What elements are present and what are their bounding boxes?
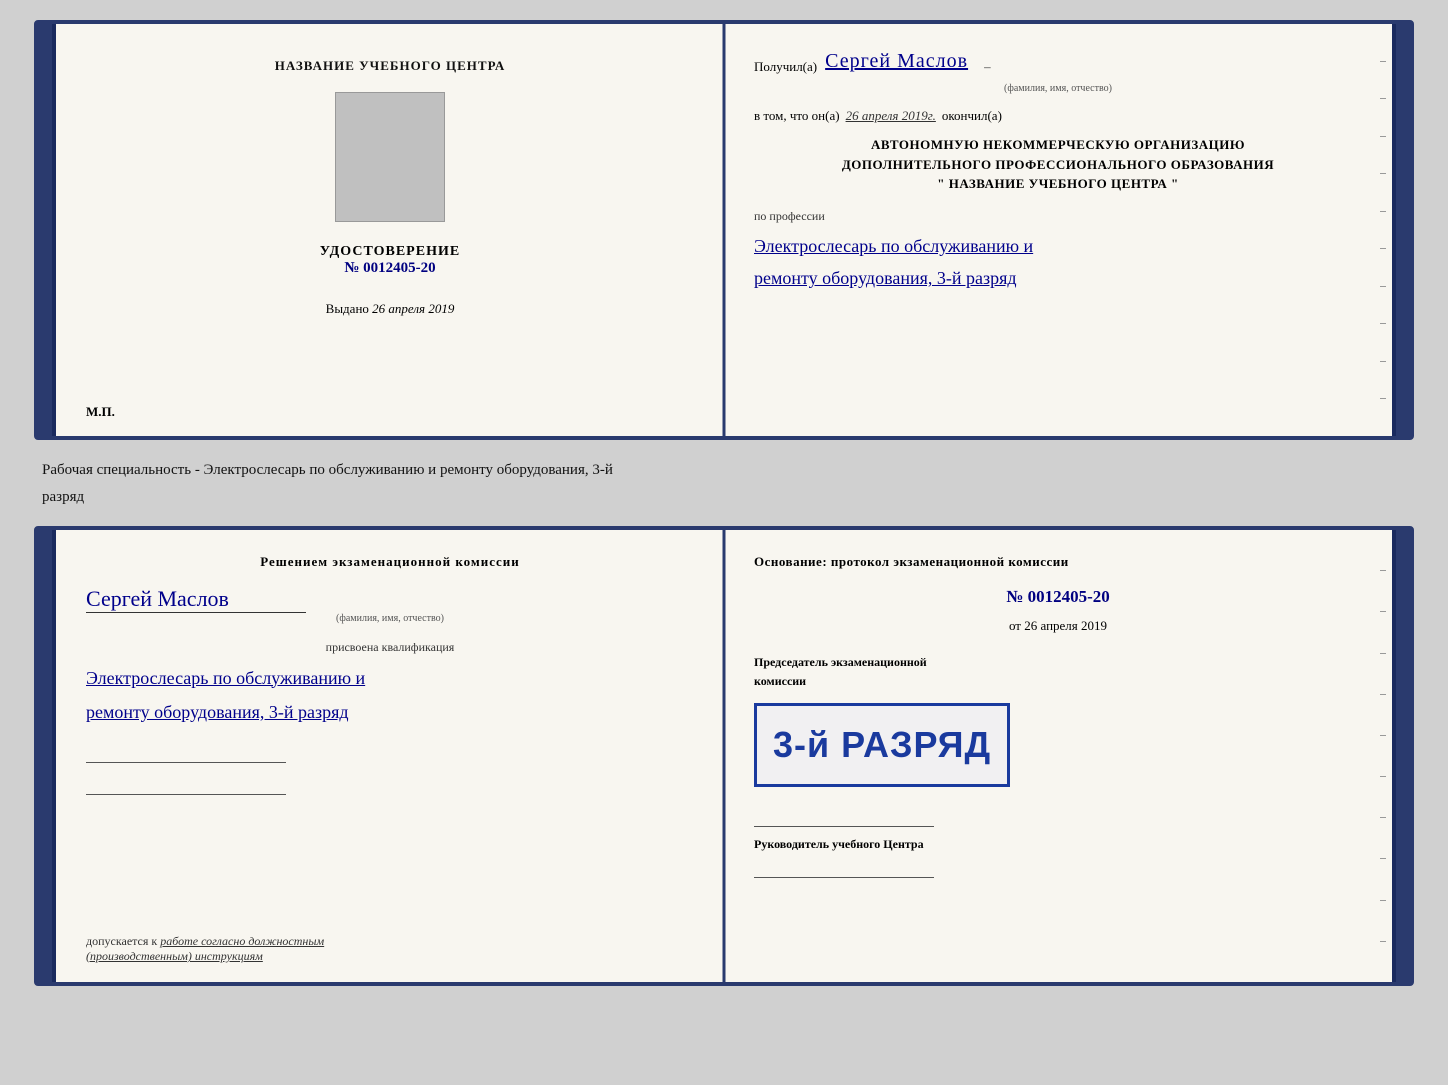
po-professii-label: по профессии bbox=[754, 206, 1362, 226]
qualification-line1: Электрослесарь по обслуживанию и bbox=[86, 661, 694, 695]
udostoverenie-block: УДОСТОВЕРЕНИЕ № 0012405-20 bbox=[320, 244, 460, 277]
doc2-name: Сергей Маслов bbox=[86, 586, 694, 612]
doc2-right-panel: Основание: протокол экзаменационной коми… bbox=[724, 530, 1392, 982]
doc1-left-panel: НАЗВАНИЕ УЧЕБНОГО ЦЕНТРА УДОСТОВЕРЕНИЕ №… bbox=[56, 24, 724, 436]
protocol-prefix: № bbox=[1006, 587, 1023, 606]
number-value: 0012405-20 bbox=[363, 260, 436, 276]
udostoverenie-label: УДОСТОВЕРЕНИЕ bbox=[320, 244, 460, 260]
right-dashes bbox=[1380, 24, 1386, 436]
sig-line-2 bbox=[86, 777, 286, 795]
number-prefix: № bbox=[344, 260, 359, 276]
org-line1: АВТОНОМНУЮ НЕКОММЕРЧЕСКУЮ ОРГАНИЗАЦИЮ bbox=[754, 135, 1362, 155]
vtom-prefix: в том, что он(а) bbox=[754, 105, 840, 127]
recipient-name: Сергей Маслов bbox=[825, 44, 968, 78]
mp-label: М.П. bbox=[86, 404, 115, 420]
vydano-date: 26 апреля 2019 bbox=[372, 301, 454, 316]
vydano-prefix: Выдано bbox=[326, 301, 369, 316]
vydano-line: Выдано 26 апреля 2019 bbox=[326, 301, 455, 317]
profession-line1: Электрослесарь по обслуживанию и bbox=[754, 230, 1362, 262]
rukovoditel-label: Руководитель учебного Центра bbox=[754, 835, 1362, 854]
dopusk-prefix: допускается к bbox=[86, 934, 157, 948]
photo-placeholder bbox=[335, 92, 445, 222]
dopuskaetsya-block: допускается к работе согласно должностны… bbox=[86, 934, 366, 964]
poluchil-label: Получил(а) bbox=[754, 56, 817, 78]
between-text-line2: разряд bbox=[34, 483, 1414, 510]
protocol-value: 0012405-20 bbox=[1028, 587, 1110, 606]
stamp-box: 3-й РАЗРЯД bbox=[754, 703, 1010, 787]
profession-line2: ремонту оборудования, 3-й разряд bbox=[754, 262, 1362, 294]
ot-date: 26 апреля 2019 bbox=[1024, 618, 1107, 633]
fio-subtitle-doc1: (фамилия, имя, отчество) bbox=[754, 80, 1362, 97]
okончил-label: окончил(а) bbox=[942, 105, 1002, 127]
signature-lines-left bbox=[86, 745, 694, 795]
sig-line-rukovoditel bbox=[754, 860, 934, 878]
osnovanie-title: Основание: протокол экзаменационной коми… bbox=[754, 552, 1362, 573]
doc2-left-panel: Решением экзаменационной комиссии Сергей… bbox=[56, 530, 724, 982]
between-text-line1: Рабочая специальность - Электрослесарь п… bbox=[34, 456, 1414, 483]
spine-left bbox=[38, 24, 56, 436]
sig-line-predsedatel bbox=[754, 809, 934, 827]
ot-prefix: от bbox=[1009, 618, 1021, 633]
doc1-right-panel: Получил(а) Сергей Маслов – (фамилия, имя… bbox=[724, 24, 1392, 436]
org-line3: " НАЗВАНИЕ УЧЕБНОГО ЦЕНТРА " bbox=[754, 174, 1362, 194]
spine-right bbox=[1392, 24, 1410, 436]
spine-left-doc2 bbox=[38, 530, 56, 982]
ot-line: от 26 апреля 2019 bbox=[754, 616, 1362, 637]
resheniyem-title: Решением экзаменационной комиссии bbox=[86, 552, 694, 572]
doc1-number: № 0012405-20 bbox=[320, 260, 460, 277]
name-hw-block: Сергей Маслов (фамилия, имя, отчество) bbox=[86, 586, 694, 632]
between-label: Рабочая специальность - Электрослесарь п… bbox=[34, 456, 1414, 510]
sig-line-1 bbox=[86, 745, 286, 763]
stamp-text: 3-й РАЗРЯД bbox=[773, 716, 991, 774]
right-dashes-doc2 bbox=[1380, 530, 1386, 982]
qualification-line2: ремонту оборудования, 3-й разряд bbox=[86, 695, 694, 729]
spine-right-doc2 bbox=[1392, 530, 1410, 982]
vtom-line: в том, что он(а) 26 апреля 2019г. окончи… bbox=[754, 105, 1362, 127]
org-block: АВТОНОМНУЮ НЕКОММЕРЧЕСКУЮ ОРГАНИЗАЦИЮ ДО… bbox=[754, 135, 1362, 194]
fio-subtitle-doc2: (фамилия, имя, отчество) bbox=[86, 613, 694, 624]
doc1-center-title: НАЗВАНИЕ УЧЕБНОГО ЦЕНТРА bbox=[275, 58, 506, 74]
protocol-number: № 0012405-20 bbox=[754, 583, 1362, 610]
org-line2: ДОПОЛНИТЕЛЬНОГО ПРОФЕССИОНАЛЬНОГО ОБРАЗО… bbox=[754, 155, 1362, 175]
vtom-date: 26 апреля 2019г. bbox=[846, 105, 936, 127]
prisvoena-label: присвоена квалификация bbox=[86, 640, 694, 655]
predsedatel-label: Председатель экзаменационной комиссии bbox=[754, 653, 954, 691]
dash-separator: – bbox=[984, 56, 991, 78]
poluchil-line: Получил(а) Сергей Маслов – bbox=[754, 44, 1362, 78]
